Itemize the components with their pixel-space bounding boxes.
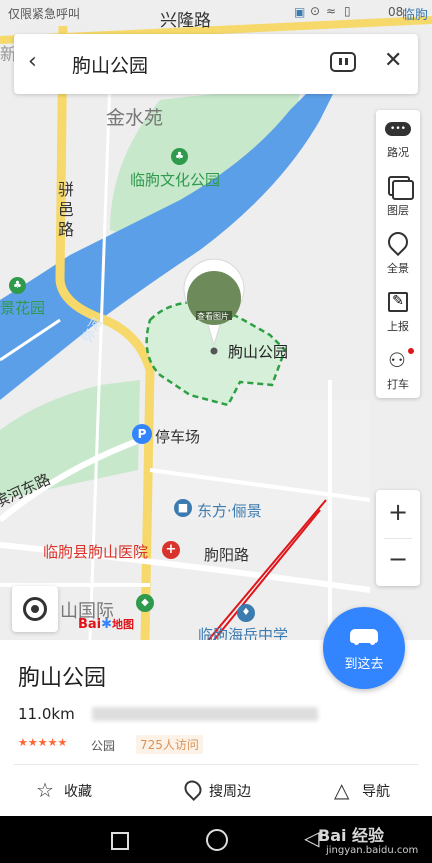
tool-taxi[interactable]: ⚇ 打车 (376, 342, 420, 399)
system-nav-bar: ◁ Bai 经验 jingyan.baidu.com (0, 816, 432, 863)
back-icon[interactable]: ‹ (28, 50, 37, 74)
marker-photo-tag: 查看图片 (197, 312, 229, 321)
mall-icon: ◆ (136, 594, 154, 612)
watermark-url: jingyan.baidu.com (326, 845, 419, 856)
search-bar[interactable]: ‹ 朐山公园 ✕ (14, 34, 418, 94)
watermark: Bai 经验 (318, 826, 385, 845)
location-status-icon: ⊙ (310, 4, 321, 18)
vpn-icon: ▣ (294, 5, 306, 19)
place-category: 公园 (91, 739, 116, 753)
zoom-in-button[interactable]: + (376, 498, 420, 526)
paw-icon: ✱ (101, 617, 113, 632)
selected-marker-dot (210, 347, 218, 355)
map-label-road-west: 骈邑路 (58, 180, 75, 239)
park-icon: ♣ (171, 148, 188, 165)
rating-stars: ★★★★★ (18, 736, 68, 749)
search-nearby-button[interactable]: 搜周边 (180, 776, 281, 804)
map-label-parking[interactable]: 停车场 (155, 426, 200, 447)
report-icon: ✎ (388, 292, 408, 312)
wifi-icon: ≈ (326, 4, 337, 18)
place-address-blurred (92, 707, 318, 721)
map-tools-panel: ••• 路况 图层 全景 ✎ 上报 ⚇ 打车 (376, 110, 420, 398)
battery-icon: ▯ (344, 4, 351, 18)
tool-panorama[interactable]: 全景 (376, 226, 420, 283)
home-button[interactable] (206, 829, 228, 851)
baidu-map-logo: Bai✱地图 (78, 617, 135, 632)
map-label-park-culture[interactable]: 临朐文化公园 (130, 169, 220, 190)
locate-button[interactable] (12, 586, 58, 632)
place-distance: 11.0km (18, 705, 75, 723)
parking-icon: P (132, 424, 152, 444)
zoom-out-button[interactable]: − (376, 545, 420, 573)
status-time: 08: (388, 5, 408, 19)
tool-report[interactable]: ✎ 上报 (376, 284, 420, 341)
map-label-selected-poi[interactable]: 朐山公园 (228, 341, 288, 362)
map-label-park-west[interactable]: 景花园 (0, 297, 45, 318)
map-label-school[interactable]: 临朐海岳中学 (198, 624, 288, 640)
taxi-icon: ⚇ (388, 348, 406, 372)
tool-traffic[interactable]: ••• 路况 (376, 110, 420, 167)
status-bar: 仅限紧急呼叫 ▣ ⊙ ≈ ▯ 08: (0, 0, 432, 26)
place-name: 朐山公园 (18, 666, 107, 691)
hospital-icon: + (162, 541, 180, 559)
map-label-hospital[interactable]: 临朐县朐山医院 (43, 541, 148, 562)
map-view[interactable]: 兴隆路 新 金水苑 临朐文化公园 骈邑路 景花园 弥河 朐山公园 查看图片 停车… (0, 0, 432, 640)
voice-keyboard-icon[interactable] (330, 52, 356, 72)
recent-apps-button[interactable] (111, 832, 129, 850)
visit-count-badge: 725人访问 (136, 735, 203, 754)
panorama-icon (383, 227, 413, 257)
map-label-poi-east[interactable]: 东方·俪景 (197, 500, 262, 521)
traffic-icon: ••• (385, 122, 411, 136)
favorite-button[interactable]: ☆ 收藏 (36, 778, 116, 804)
search-query[interactable]: 朐山公园 (72, 51, 148, 78)
notification-dot (408, 348, 414, 354)
park-icon: ♣ (9, 277, 26, 294)
tool-layers[interactable]: 图层 (376, 168, 420, 225)
zoom-controls: + − (376, 490, 420, 586)
location-pin-icon (180, 776, 206, 802)
school-icon: ♦ (237, 604, 255, 622)
star-icon: ☆ (36, 778, 54, 802)
status-emergency-text: 仅限紧急呼叫 (8, 7, 81, 21)
map-label-road-south: 朐阳路 (204, 546, 250, 564)
close-icon[interactable]: ✕ (384, 48, 402, 73)
navigate-button[interactable]: △ 导航 (334, 778, 414, 804)
map-label-district: 金水苑 (106, 107, 164, 129)
go-here-button[interactable]: 到这去 (323, 607, 405, 689)
card-divider (14, 764, 418, 765)
navigation-arrow-icon: △ (334, 778, 350, 802)
building-icon: ■ (174, 499, 192, 517)
